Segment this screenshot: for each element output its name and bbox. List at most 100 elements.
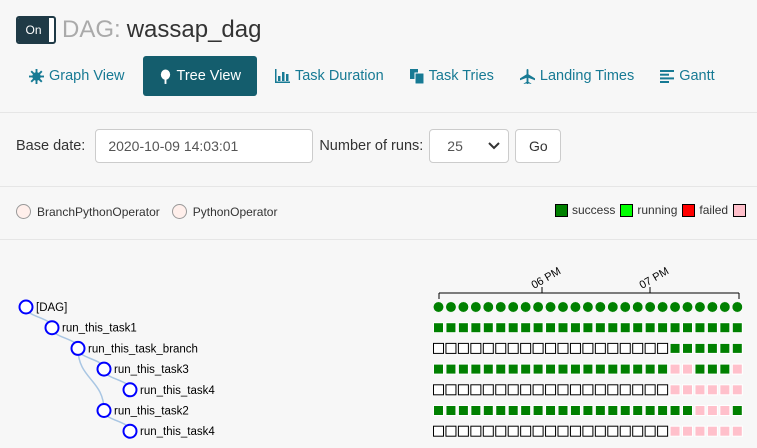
task-instance-square[interactable]	[482, 425, 494, 437]
task-instance-square[interactable]	[520, 342, 532, 354]
task-instance-square[interactable]	[532, 425, 544, 437]
task-instance-square[interactable]	[557, 405, 569, 416]
num-runs-select[interactable]: 25	[429, 129, 510, 163]
task-instance-square[interactable]	[582, 342, 594, 354]
task-instance-square[interactable]	[520, 363, 532, 375]
task-instance-square[interactable]	[582, 425, 594, 437]
task-instance-square[interactable]	[569, 425, 581, 437]
task-instance-square[interactable]	[470, 425, 482, 437]
task-instance-square[interactable]	[433, 363, 444, 375]
task-node[interactable]	[18, 299, 34, 315]
task-instance-square[interactable]	[520, 384, 532, 396]
task-label[interactable]: run_this_task3	[114, 364, 189, 376]
task-instance-square[interactable]	[706, 363, 718, 375]
task-instance-square[interactable]	[594, 322, 606, 334]
task-instance-square[interactable]	[657, 405, 669, 416]
tab-task-duration[interactable]: Task Duration	[262, 56, 397, 96]
task-instance-square[interactable]	[619, 342, 631, 354]
task-instance-square[interactable]	[632, 363, 644, 375]
task-instance-square[interactable]	[470, 363, 482, 375]
task-instance-square[interactable]	[520, 322, 532, 334]
task-label[interactable]: [DAG]	[36, 302, 67, 314]
task-instance-square[interactable]	[669, 322, 681, 334]
task-label[interactable]: run_this_task1	[62, 323, 137, 335]
task-instance-square[interactable]	[719, 425, 731, 437]
task-instance-square[interactable]	[619, 425, 631, 437]
task-instance-square[interactable]	[607, 322, 619, 334]
task-instance-square[interactable]	[482, 363, 494, 375]
dag-run-circle[interactable]	[632, 301, 644, 313]
base-date-input[interactable]: 2020-10-09 14:03:01	[95, 129, 314, 163]
task-instance-square[interactable]	[433, 425, 444, 437]
task-instance-square[interactable]	[532, 363, 544, 375]
task-instance-square[interactable]	[520, 425, 532, 437]
task-instance-square[interactable]	[706, 384, 718, 396]
task-instance-square[interactable]	[731, 363, 743, 375]
dag-run-circle[interactable]	[532, 301, 544, 313]
task-label[interactable]: run_this_task4	[140, 385, 215, 397]
task-instance-square[interactable]	[719, 405, 731, 416]
task-instance-square[interactable]	[682, 425, 693, 437]
task-instance-square[interactable]	[619, 322, 631, 334]
task-node[interactable]	[44, 320, 60, 336]
task-instance-square[interactable]	[532, 322, 544, 334]
task-instance-square[interactable]	[669, 342, 681, 354]
task-instance-square[interactable]	[457, 384, 469, 396]
task-instance-square[interactable]	[557, 322, 569, 334]
task-instance-square[interactable]	[433, 322, 444, 334]
task-instance-square[interactable]	[470, 322, 482, 334]
dag-run-circle[interactable]	[557, 301, 569, 313]
task-instance-square[interactable]	[644, 342, 656, 354]
task-instance-square[interactable]	[682, 322, 693, 334]
task-instance-square[interactable]	[495, 363, 507, 375]
task-instance-square[interactable]	[657, 363, 669, 375]
task-node[interactable]	[122, 382, 138, 398]
task-instance-square[interactable]	[445, 425, 457, 437]
task-instance-square[interactable]	[731, 405, 743, 416]
task-instance-square[interactable]	[582, 363, 594, 375]
task-instance-square[interactable]	[719, 363, 731, 375]
task-instance-square[interactable]	[731, 322, 743, 334]
task-instance-square[interactable]	[694, 384, 706, 396]
task-instance-square[interactable]	[706, 322, 718, 334]
task-instance-square[interactable]	[594, 405, 606, 416]
task-instance-square[interactable]	[457, 342, 469, 354]
task-instance-square[interactable]	[495, 384, 507, 396]
task-instance-square[interactable]	[694, 405, 706, 416]
task-instance-square[interactable]	[644, 384, 656, 396]
dag-run-circle[interactable]	[619, 301, 631, 313]
task-instance-square[interactable]	[445, 384, 457, 396]
task-instance-square[interactable]	[582, 384, 594, 396]
task-instance-square[interactable]	[507, 322, 519, 334]
task-instance-square[interactable]	[669, 363, 681, 375]
task-instance-square[interactable]	[495, 322, 507, 334]
task-instance-square[interactable]	[619, 363, 631, 375]
dag-run-circle[interactable]	[507, 301, 519, 313]
task-instance-square[interactable]	[644, 405, 656, 416]
tab-graph-view[interactable]: Graph View	[16, 56, 138, 96]
task-instance-square[interactable]	[694, 425, 706, 437]
task-instance-square[interactable]	[682, 342, 693, 354]
task-instance-square[interactable]	[669, 384, 681, 396]
dag-run-circle[interactable]	[607, 301, 619, 313]
task-instance-square[interactable]	[706, 342, 718, 354]
dag-run-circle[interactable]	[594, 301, 606, 313]
task-instance-square[interactable]	[706, 425, 718, 437]
tab-gantt[interactable]: Gantt	[647, 56, 727, 96]
task-instance-square[interactable]	[594, 425, 606, 437]
task-instance-square[interactable]	[607, 405, 619, 416]
task-instance-square[interactable]	[507, 405, 519, 416]
task-instance-square[interactable]	[507, 384, 519, 396]
dag-run-circle[interactable]	[482, 301, 494, 313]
dag-run-circle[interactable]	[470, 301, 482, 313]
dag-run-circle[interactable]	[570, 301, 581, 313]
task-instance-square[interactable]	[632, 425, 644, 437]
task-instance-square[interactable]	[619, 384, 631, 396]
dag-run-circle[interactable]	[644, 301, 656, 313]
dag-run-circle[interactable]	[682, 301, 693, 313]
task-instance-square[interactable]	[482, 342, 494, 354]
dag-run-circle[interactable]	[520, 301, 532, 313]
task-node[interactable]	[122, 423, 138, 439]
task-instance-square[interactable]	[482, 405, 494, 416]
task-instance-square[interactable]	[470, 342, 482, 354]
